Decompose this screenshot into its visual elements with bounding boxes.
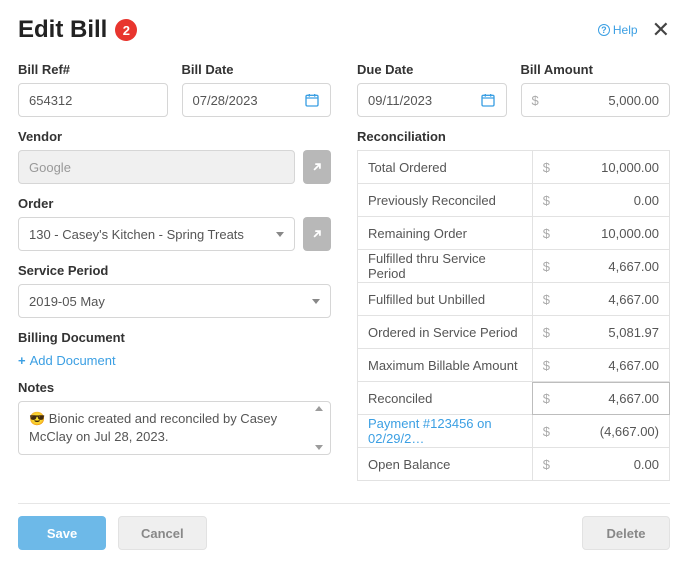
help-link[interactable]: ? Help <box>598 23 638 37</box>
order-open-button[interactable] <box>303 217 331 251</box>
order-select[interactable]: 130 - Casey's Kitchen - Spring Treats <box>18 217 295 251</box>
table-row: Fulfilled but Unbilled$4,667.00 <box>358 283 670 316</box>
error-count-badge: 2 <box>115 19 137 41</box>
chevron-down-icon <box>312 299 320 304</box>
due-date-label: Due Date <box>357 62 507 77</box>
table-row: Ordered in Service Period$5,081.97 <box>358 316 670 349</box>
vendor-label: Vendor <box>18 129 331 144</box>
add-document-link[interactable]: + Add Document <box>18 353 331 368</box>
payment-link[interactable]: Payment #123456 on 02/29/2… <box>358 415 533 448</box>
due-date-input[interactable]: 09/11/2023 <box>357 83 507 117</box>
bill-date-label: Bill Date <box>182 62 332 77</box>
bill-ref-input[interactable]: 654312 <box>18 83 168 117</box>
order-label: Order <box>18 196 331 211</box>
calendar-icon <box>480 92 496 108</box>
calendar-icon <box>304 92 320 108</box>
bill-amount-label: Bill Amount <box>521 62 671 77</box>
service-period-select[interactable]: 2019-05 May <box>18 284 331 318</box>
notes-textarea[interactable]: 😎 Bionic created and reconciled by Casey… <box>18 401 331 455</box>
reconciled-input[interactable]: $4,667.00 <box>532 382 669 415</box>
table-row: Total Ordered$10,000.00 <box>358 151 670 184</box>
reconciliation-label: Reconciliation <box>357 129 670 144</box>
dialog-header: Edit Bill 2 ? Help ✕ <box>18 16 670 44</box>
table-row: Fulfilled thru Service Period$4,667.00 <box>358 250 670 283</box>
vendor-input: Google <box>18 150 295 184</box>
service-period-label: Service Period <box>18 263 331 278</box>
table-row: Payment #123456 on 02/29/2…$(4,667.00) <box>358 415 670 448</box>
scroll-up-icon <box>315 406 323 411</box>
external-link-icon <box>310 227 324 241</box>
page-title: Edit Bill <box>18 16 107 44</box>
notes-label: Notes <box>18 380 331 395</box>
bill-ref-label: Bill Ref# <box>18 62 168 77</box>
reconciliation-table: Total Ordered$10,000.00 Previously Recon… <box>357 150 670 481</box>
scroll-down-icon <box>315 445 323 450</box>
chevron-down-icon <box>276 232 284 237</box>
table-row: Maximum Billable Amount$4,667.00 <box>358 349 670 382</box>
help-icon: ? <box>598 24 610 36</box>
table-row: Remaining Order$10,000.00 <box>358 217 670 250</box>
notes-scrollbar[interactable] <box>312 406 326 450</box>
cancel-button[interactable]: Cancel <box>118 516 207 550</box>
vendor-open-button[interactable] <box>303 150 331 184</box>
table-row: Open Balance$0.00 <box>358 448 670 481</box>
bill-amount-input[interactable]: $ 5,000.00 <box>521 83 671 117</box>
plus-icon: + <box>18 353 26 368</box>
bill-date-input[interactable]: 07/28/2023 <box>182 83 332 117</box>
table-row: Previously Reconciled$0.00 <box>358 184 670 217</box>
external-link-icon <box>310 160 324 174</box>
table-row: Reconciled$4,667.00 <box>358 382 670 415</box>
help-label: Help <box>613 23 638 37</box>
close-icon[interactable]: ✕ <box>652 19 670 41</box>
billing-document-label: Billing Document <box>18 330 331 345</box>
dialog-footer: Save Cancel Delete <box>18 503 670 550</box>
delete-button[interactable]: Delete <box>582 516 670 550</box>
save-button[interactable]: Save <box>18 516 106 550</box>
